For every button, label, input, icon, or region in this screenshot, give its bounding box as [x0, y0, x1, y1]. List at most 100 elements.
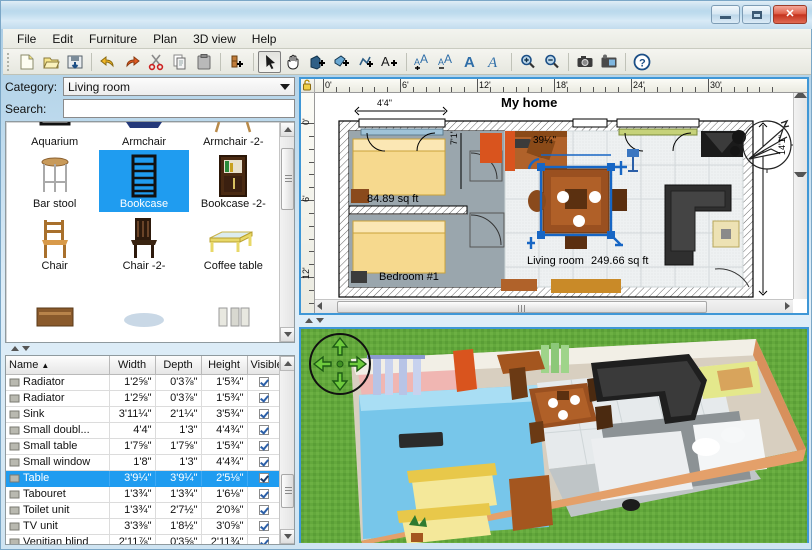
menu-file[interactable]: File	[9, 30, 44, 48]
catalog-item-partial-2[interactable]	[99, 274, 188, 336]
create-video-icon[interactable]	[597, 51, 620, 73]
close-button[interactable]: ✕	[773, 5, 807, 24]
left-splitter[interactable]	[5, 345, 295, 355]
visible-checkbox[interactable]	[259, 393, 269, 403]
cell-visible[interactable]	[247, 534, 281, 545]
furniture-list[interactable]: Name ▲ Width Depth Height Visible Radiat…	[5, 355, 295, 545]
catalog-item-bookcase[interactable]: Bookcase	[99, 150, 188, 212]
column-header-height[interactable]: Height	[201, 356, 247, 374]
menu-help[interactable]: Help	[244, 30, 285, 48]
column-header-visible[interactable]: Visible	[247, 356, 281, 374]
catalog-grid[interactable]: Aquarium Armchair	[5, 121, 295, 343]
open-icon[interactable]	[39, 51, 62, 73]
catalog-item-bar-stool[interactable]: Bar stool	[10, 150, 99, 212]
splitter-up-arrow-icon[interactable]	[11, 346, 19, 351]
minimize-button[interactable]	[711, 5, 740, 24]
bold-text-icon[interactable]: A	[459, 51, 482, 73]
menu-plan[interactable]: Plan	[145, 30, 185, 48]
plan-scroll-thumb-v[interactable]	[794, 98, 807, 172]
table-row[interactable]: TV unit3'3⅜"1'8½"3'0⅝"	[6, 518, 281, 534]
cell-visible[interactable]	[247, 390, 281, 406]
visible-checkbox[interactable]	[259, 425, 269, 435]
catalog-item-armchair-2[interactable]: Armchair -2-	[189, 121, 278, 150]
visible-checkbox[interactable]	[259, 505, 269, 515]
table-row[interactable]: Radiator1'2⅝"0'3⅞"1'5¾"	[6, 390, 281, 406]
catalog-item-partial-1[interactable]	[10, 274, 99, 336]
catalog-item-chair[interactable]: Chair	[10, 212, 99, 274]
column-header-depth[interactable]: Depth	[155, 356, 201, 374]
catalog-item-coffee-table[interactable]: Coffee table	[189, 212, 278, 274]
visible-checkbox[interactable]	[259, 457, 269, 467]
table-row[interactable]: Toilet unit1'3¾"2'7½"2'0⅜"	[6, 502, 281, 518]
table-row[interactable]: Tabouret1'3¾"1'3¾"1'6⅛"	[6, 486, 281, 502]
catalog-item-armchair[interactable]: Armchair	[99, 121, 188, 150]
navigation-control[interactable]	[309, 333, 371, 395]
visible-checkbox[interactable]	[259, 441, 269, 451]
add-text-icon[interactable]: A	[378, 51, 401, 73]
splitter-up-arrow-icon[interactable]	[305, 318, 313, 323]
catalog-item-aquarium[interactable]: Aquarium	[10, 121, 99, 150]
furniture-list-scrollbar[interactable]	[279, 356, 294, 544]
cell-visible[interactable]	[247, 470, 281, 486]
paste-icon[interactable]	[192, 51, 215, 73]
search-input[interactable]	[63, 99, 295, 118]
undo-icon[interactable]	[96, 51, 119, 73]
increase-text-size-icon[interactable]: A A	[411, 51, 434, 73]
category-combobox[interactable]: Living room	[63, 77, 295, 96]
cell-visible[interactable]	[247, 374, 281, 390]
plan-scroll-thumb-h[interactable]	[337, 301, 707, 313]
visible-checkbox[interactable]	[259, 537, 269, 545]
toolbar-grip[interactable]	[7, 53, 12, 71]
column-header-width[interactable]: Width	[109, 356, 155, 374]
3d-view[interactable]	[299, 327, 809, 547]
scroll-down-arrow-icon[interactable]	[280, 327, 295, 342]
splitter-arrows[interactable]	[305, 318, 324, 323]
redo-icon[interactable]	[120, 51, 143, 73]
table-row[interactable]: Radiator1'2⅝"0'3⅞"1'5¾"	[6, 374, 281, 390]
catalog-scrollbar[interactable]	[279, 122, 294, 342]
visible-checkbox[interactable]	[259, 473, 269, 483]
add-furniture-icon[interactable]	[225, 51, 248, 73]
scroll-down-arrow-icon[interactable]	[794, 172, 807, 177]
visible-checkbox[interactable]	[259, 489, 269, 499]
create-polylines-icon[interactable]	[354, 51, 377, 73]
new-home-icon[interactable]	[15, 51, 38, 73]
visible-checkbox[interactable]	[259, 521, 269, 531]
catalog-item-partial-3[interactable]	[189, 274, 278, 336]
cell-visible[interactable]	[247, 422, 281, 438]
table-row[interactable]: Small doubl...4'4"1'3"4'4¾"	[6, 422, 281, 438]
decrease-text-size-icon[interactable]: A A	[435, 51, 458, 73]
select-tool-icon[interactable]	[258, 51, 281, 73]
copy-icon[interactable]	[168, 51, 191, 73]
plan-lock-toggle[interactable]	[301, 79, 315, 93]
cell-visible[interactable]	[247, 454, 281, 470]
plan-3d-splitter[interactable]	[299, 317, 809, 327]
visible-checkbox[interactable]	[259, 377, 269, 387]
plan-view[interactable]: 0'6'12'18'24'30' 0'6'12'	[299, 77, 809, 315]
scroll-up-arrow-icon[interactable]	[280, 122, 295, 137]
table-row[interactable]: Venitian blind2'11⅞"0'3⅝"2'11¾"	[6, 534, 281, 545]
maximize-button[interactable]	[742, 5, 771, 24]
menu-edit[interactable]: Edit	[44, 30, 81, 48]
scroll-up-arrow-icon[interactable]	[280, 356, 295, 371]
cut-icon[interactable]	[144, 51, 167, 73]
scroll-left-arrow-icon[interactable]	[317, 302, 322, 310]
zoom-out-icon[interactable]	[540, 51, 563, 73]
splitter-down-arrow-icon[interactable]	[22, 346, 30, 351]
cell-visible[interactable]	[247, 502, 281, 518]
table-row[interactable]: Small window1'8"1'3"4'4¾"	[6, 454, 281, 470]
splitter-arrows[interactable]	[11, 346, 30, 351]
table-row[interactable]: Small table1'7⅝"1'7⅝"1'5¾"	[6, 438, 281, 454]
cell-visible[interactable]	[247, 406, 281, 422]
splitter-down-arrow-icon[interactable]	[316, 318, 324, 323]
cell-visible[interactable]	[247, 438, 281, 454]
cell-visible[interactable]	[247, 518, 281, 534]
table-row[interactable]: Sink3'11¼"2'1¼"3'5¾"	[6, 406, 281, 422]
pan-tool-icon[interactable]	[282, 51, 305, 73]
furniture-scroll-thumb[interactable]	[281, 474, 294, 508]
catalog-item-bookcase-2[interactable]: Bookcase -2-	[189, 150, 278, 212]
zoom-in-icon[interactable]	[516, 51, 539, 73]
create-walls-icon[interactable]	[306, 51, 329, 73]
menu-3d-view[interactable]: 3D view	[185, 30, 244, 48]
help-icon[interactable]: ?	[630, 51, 653, 73]
